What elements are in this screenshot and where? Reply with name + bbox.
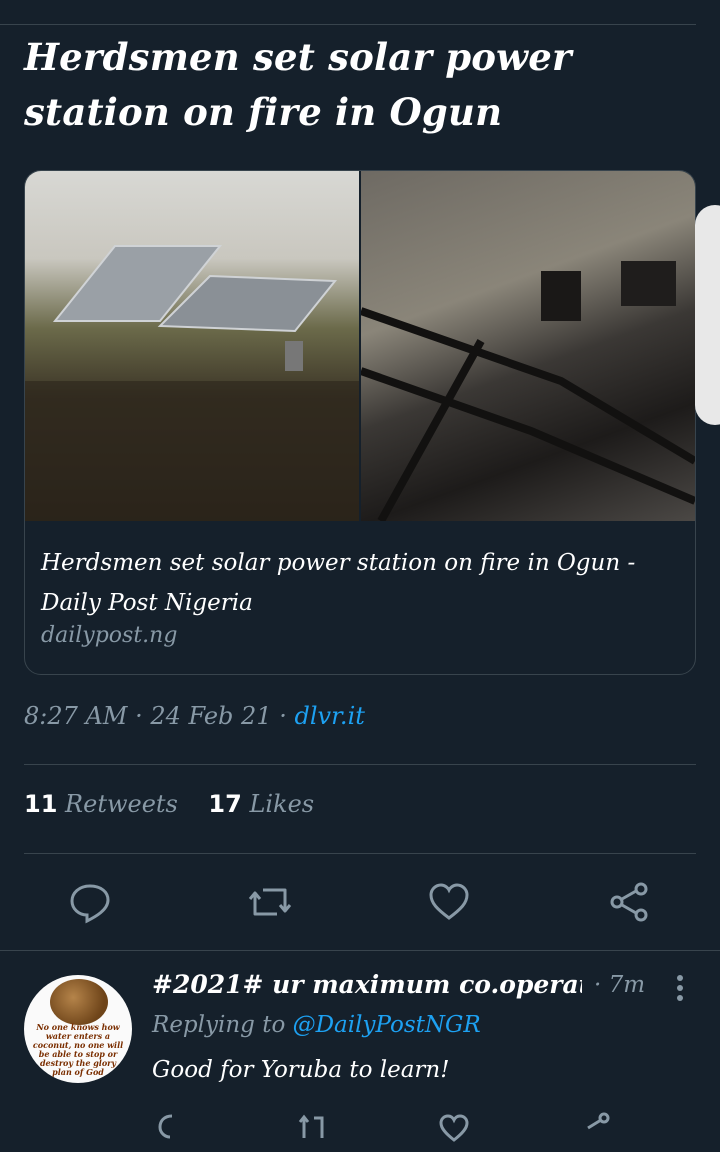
likes-stat[interactable]: 17 Likes [208, 790, 314, 818]
reply-time: · 7m [594, 972, 646, 998]
reply-retweet-button[interactable] [292, 1108, 332, 1148]
top-divider [0, 24, 696, 25]
reply-author-name[interactable]: #2021# ur maximum co.operation... [152, 970, 582, 999]
avatar[interactable]: No one knows how water enters a coconut,… [24, 975, 132, 1083]
card-headline: Herdsmen set solar power station on fire… [41, 550, 636, 616]
likes-count: 17 [208, 790, 242, 818]
card-image-solar-panels [25, 171, 359, 521]
reply-button[interactable] [60, 872, 120, 932]
reply-share-button[interactable] [576, 1108, 616, 1148]
reply-icon [70, 884, 110, 924]
retweet-icon [248, 888, 292, 916]
avatar-caption: No one knows how water enters a coconut,… [32, 1022, 124, 1077]
reply-text: Good for Yoruba to learn! [152, 1057, 450, 1083]
share-icon [587, 1112, 610, 1130]
divider [24, 853, 696, 854]
tweet-text: Herdsmen set solar power station on fire… [24, 35, 572, 134]
replying-prefix: Replying to [152, 1012, 286, 1038]
divider [0, 950, 720, 951]
meta-separator: · [135, 702, 151, 730]
divider [24, 764, 696, 765]
retweet-button[interactable] [240, 872, 300, 932]
coconut-image [50, 979, 108, 1025]
share-icon [610, 882, 648, 922]
card-image-burnt-room [359, 171, 695, 523]
replying-handle[interactable]: @DailyPostNGR [293, 1012, 481, 1038]
more-options-icon[interactable] [670, 972, 690, 1006]
reply-like-button[interactable] [434, 1108, 474, 1148]
meta-separator: · [279, 702, 295, 730]
retweets-stat[interactable]: 11 Retweets [24, 790, 178, 818]
like-button[interactable] [419, 872, 479, 932]
tweet-date: 24 Feb 21 [150, 702, 272, 730]
share-button[interactable] [599, 872, 659, 932]
scroll-handle[interactable] [695, 205, 720, 425]
link-card[interactable]: Herdsmen set solar power station on fire… [24, 170, 696, 675]
tweet-actions [0, 872, 720, 932]
tweet-stats: 11 Retweets 17 Likes [24, 790, 314, 818]
heart-icon [429, 883, 469, 920]
retweets-count: 11 [24, 790, 58, 818]
tweet-metadata: 8:27 AM · 24 Feb 21 · dlvr.it [24, 702, 365, 730]
likes-label: Likes [249, 790, 315, 818]
reply-icon [158, 1114, 173, 1139]
reply-reply-button[interactable] [152, 1108, 192, 1148]
retweet-icon [298, 1114, 324, 1138]
heart-icon [439, 1114, 469, 1142]
card-domain: dailypost.ng [41, 623, 178, 648]
replying-to: Replying to @DailyPostNGR [152, 1012, 481, 1038]
tweet-source-link[interactable]: dlvr.it [295, 702, 365, 730]
tweet-time: 8:27 AM [24, 702, 128, 730]
retweets-label: Retweets [65, 790, 178, 818]
